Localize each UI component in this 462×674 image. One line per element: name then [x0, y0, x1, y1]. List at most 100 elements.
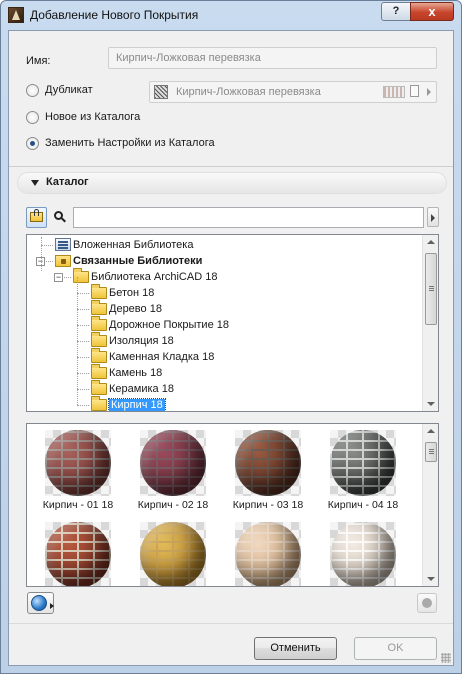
material-sphere-preview — [235, 522, 301, 586]
tree-scrollbar[interactable] — [422, 235, 438, 411]
linked-libraries-folder-icon — [55, 255, 71, 267]
tree-item[interactable]: Изоляция 18 — [91, 332, 174, 349]
archicad-app-icon — [8, 7, 24, 23]
tree-item[interactable]: Камень 18 — [91, 364, 163, 381]
help-button[interactable]: ? — [381, 2, 411, 21]
tree-scroll-thumb[interactable] — [425, 253, 437, 325]
tree-connector — [77, 373, 89, 374]
catalog-title: Каталог — [46, 176, 89, 188]
tree-connector — [77, 405, 89, 406]
material-sphere-preview — [45, 430, 111, 496]
collapse-triangle-icon — [31, 180, 39, 186]
material-sphere-preview — [235, 430, 301, 496]
document-icon — [410, 85, 419, 97]
gallery-scroll-up-arrow-icon[interactable] — [427, 429, 435, 433]
cancel-button[interactable]: Отменить — [254, 637, 337, 660]
tree-item-label: Связанные Библиотеки — [73, 255, 203, 267]
close-button[interactable]: x — [410, 2, 454, 21]
duplicate-source-value: Кирпич-Ложковая перевязка — [176, 86, 321, 98]
duplicate-arrow-icon[interactable] — [427, 88, 431, 96]
ok-button[interactable]: OK — [354, 637, 437, 660]
material-tile-label: Кирпич - 01 18 — [42, 499, 114, 511]
tree-item-label: Бетон 18 — [109, 287, 155, 299]
scroll-down-arrow-icon[interactable] — [427, 402, 435, 406]
gallery-scrollbar[interactable] — [422, 424, 438, 586]
dropdown-arrow-icon — [50, 603, 54, 609]
dialog-footer: Отменить OK — [9, 623, 453, 665]
tree-connector — [77, 277, 78, 405]
name-label: Имя: — [26, 55, 51, 67]
material-tile-label: Кирпич - 04 18 — [327, 499, 399, 511]
dialog-client-area: Имя: Кирпич-Ложковая перевязка Дубликат … — [8, 30, 454, 666]
material-sphere-preview — [330, 430, 396, 496]
gallery-scroll-down-arrow-icon[interactable] — [427, 577, 435, 581]
tree-item[interactable]: Бетон 18 — [91, 284, 155, 301]
tree-item[interactable]: Кирпич 18 — [91, 396, 166, 411]
material-sphere-preview — [140, 522, 206, 586]
search-options-arrow-button[interactable] — [427, 207, 439, 227]
folder-icon — [91, 348, 107, 363]
duplicate-radio[interactable] — [26, 84, 39, 97]
window-title: Добавление Нового Покрытия — [30, 8, 199, 22]
tree-item[interactable]: Библиотека ArchiCAD 18 — [73, 268, 218, 285]
dialog-window: Добавление Нового Покрытия ? x Имя: Кирп… — [0, 0, 462, 674]
new-from-catalog-label: Новое из Каталога — [45, 111, 141, 123]
preview-sphere-button[interactable] — [27, 592, 54, 614]
library-view-toggle-button[interactable] — [26, 207, 47, 228]
surface-hatch-icon — [154, 85, 168, 99]
duplicate-label: Дубликат — [45, 84, 93, 96]
tree-item-label: Изоляция 18 — [109, 335, 174, 347]
catalog-search-input[interactable] — [73, 207, 424, 228]
gallery-scroll-thumb[interactable] — [425, 442, 437, 462]
tree-connector — [77, 341, 89, 342]
resize-grip-icon[interactable] — [441, 653, 451, 663]
tree-item[interactable]: Каменная Кладка 18 — [91, 348, 214, 365]
material-sphere-preview — [140, 430, 206, 496]
tree-item-label: Керамика 18 — [109, 383, 174, 395]
tree-item-label: Дорожное Покрытие 18 — [109, 319, 229, 331]
catalog-section-header[interactable]: Каталог — [17, 172, 447, 194]
tree-item-label: Библиотека ArchiCAD 18 — [91, 271, 218, 283]
scroll-up-arrow-icon[interactable] — [427, 240, 435, 244]
folder-icon — [91, 300, 107, 315]
material-tile-label: Кирпич - 02 18 — [137, 499, 209, 511]
material-preview-gallery[interactable]: Кирпич - 01 18 Кирпич - 02 18 Кирпич - 03 … — [26, 423, 439, 587]
tree-item-label: Кирпич 18 — [108, 398, 166, 411]
folder-icon — [91, 284, 107, 299]
name-field[interactable]: Кирпич-Ложковая перевязка — [108, 47, 437, 69]
preview-settings-button[interactable] — [417, 593, 437, 613]
tree-connector — [77, 389, 89, 390]
tree-item[interactable]: Керамика 18 — [91, 380, 174, 397]
pattern-swatch-icon — [383, 86, 405, 98]
separator — [9, 166, 453, 167]
tree-connector — [41, 245, 53, 246]
tree-connector — [77, 309, 89, 310]
material-sphere-preview — [45, 522, 111, 586]
folder-icon — [73, 268, 89, 283]
folder-icon — [91, 332, 107, 347]
embedded-library-icon — [55, 238, 71, 251]
library-tree[interactable]: Вложенная Библиотека − Связанные Библиотек… — [26, 234, 439, 412]
tree-item-label: Дерево 18 — [109, 303, 162, 315]
tree-item[interactable]: Связанные Библиотеки — [55, 253, 202, 269]
new-from-catalog-radio[interactable] — [26, 111, 39, 124]
tree-item[interactable]: Дорожное Покрытие 18 — [91, 316, 229, 333]
folder-icon — [91, 316, 107, 331]
lock-icon — [34, 209, 39, 216]
material-tile-label: Кирпич - 03 18 — [232, 499, 304, 511]
tree-connector — [77, 325, 89, 326]
folder-icon — [91, 364, 107, 379]
tree-expander-icon[interactable]: − — [54, 273, 63, 282]
tree-item-label: Камень 18 — [109, 367, 163, 379]
tree-connector — [77, 293, 89, 294]
tree-connector — [41, 237, 42, 271]
tree-item[interactable]: Дерево 18 — [91, 300, 162, 317]
replace-from-catalog-label: Заменить Настройки из Каталога — [45, 137, 215, 149]
folder-icon — [91, 380, 107, 395]
tree-connector — [77, 357, 89, 358]
tree-item[interactable]: Вложенная Библиотека — [55, 237, 193, 253]
title-bar: Добавление Нового Покрытия ? x — [1, 1, 461, 29]
replace-from-catalog-radio[interactable] — [26, 137, 39, 150]
globe-icon — [31, 595, 47, 611]
tree-item-label: Вложенная Библиотека — [73, 239, 194, 251]
